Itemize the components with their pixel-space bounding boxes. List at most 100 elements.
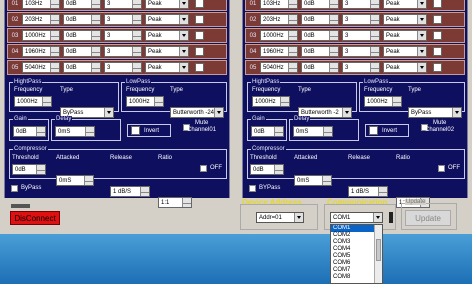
eq-frequency-stepper[interactable]: 1960Hz — [22, 46, 60, 57]
spin-arrows-icon[interactable] — [132, 47, 141, 56]
update-button[interactable]: Update — [405, 210, 451, 226]
com-option[interactable]: COM4 — [331, 246, 375, 253]
spin-arrows-icon[interactable] — [84, 176, 93, 185]
eq-frequency-stepper[interactable]: 103Hz — [260, 0, 298, 9]
eq-type-select[interactable]: Peak — [145, 0, 189, 9]
eq-q-stepper[interactable]: 3 — [104, 14, 142, 25]
spin-arrows-icon[interactable] — [329, 31, 338, 40]
spin-arrows-icon[interactable] — [91, 63, 100, 72]
eq-frequency-stepper[interactable]: 203Hz — [22, 14, 60, 25]
eq-type-select[interactable]: Peak — [383, 30, 427, 41]
spin-arrows-icon[interactable] — [288, 63, 297, 72]
eq-q-stepper[interactable]: 3 — [342, 62, 380, 73]
eq-q-stepper[interactable]: 3 — [104, 30, 142, 41]
eq-type-select[interactable]: Peak — [145, 14, 189, 25]
spin-arrows-icon[interactable] — [329, 47, 338, 56]
spin-arrows-icon[interactable] — [274, 165, 283, 174]
com-option[interactable]: COM1 — [331, 225, 375, 232]
spin-arrows-icon[interactable] — [288, 47, 297, 56]
eq-frequency-stepper[interactable]: 1960Hz — [260, 46, 298, 57]
gain-stepper[interactable]: 0dB — [251, 126, 284, 137]
eq-type-select[interactable]: Peak — [383, 62, 427, 73]
compressor-off-checkbox[interactable] — [200, 165, 207, 172]
spin-arrows-icon[interactable] — [50, 47, 59, 56]
spin-arrows-icon[interactable] — [132, 63, 141, 72]
spin-arrows-icon[interactable] — [370, 63, 379, 72]
ratio-stepper[interactable]: 1:1 — [158, 197, 192, 208]
spin-arrows-icon[interactable] — [274, 127, 283, 136]
eq-bypass-checkbox[interactable] — [195, 63, 204, 72]
release-stepper[interactable]: 1 dB/S — [348, 186, 388, 197]
spin-arrows-icon[interactable] — [370, 0, 379, 8]
eq-gain-stepper[interactable]: 0dB — [63, 0, 101, 9]
chevron-down-icon[interactable] — [417, 0, 426, 8]
bypass-checkbox[interactable] — [249, 185, 256, 192]
spin-arrows-icon[interactable] — [85, 127, 94, 136]
delay-stepper[interactable]: 0mS — [293, 126, 333, 137]
compressor-off-checkbox[interactable] — [438, 165, 445, 172]
spin-arrows-icon[interactable] — [392, 97, 401, 106]
spin-arrows-icon[interactable] — [370, 31, 379, 40]
spin-arrows-icon[interactable] — [91, 47, 100, 56]
scrollbar-thumb[interactable] — [376, 239, 381, 261]
spin-arrows-icon[interactable] — [322, 176, 331, 185]
eq-bypass-checkbox[interactable] — [433, 0, 442, 8]
spin-arrows-icon[interactable] — [323, 127, 332, 136]
spin-arrows-icon[interactable] — [36, 165, 45, 174]
eq-bypass-checkbox[interactable] — [433, 15, 442, 24]
chevron-down-icon[interactable] — [417, 31, 426, 40]
eq-type-select[interactable]: Peak — [383, 0, 427, 9]
chevron-down-icon[interactable] — [417, 15, 426, 24]
eq-q-stepper[interactable]: 3 — [342, 46, 380, 57]
eq-bypass-checkbox[interactable] — [195, 31, 204, 40]
threshold-stepper[interactable]: 0dB — [12, 164, 46, 175]
chevron-down-icon[interactable] — [417, 63, 426, 72]
invert-button[interactable]: Invert — [365, 124, 409, 137]
spin-arrows-icon[interactable] — [288, 0, 297, 8]
chevron-down-icon[interactable] — [179, 47, 188, 56]
eq-type-select[interactable]: Peak — [383, 14, 427, 25]
eq-bypass-checkbox[interactable] — [195, 47, 204, 56]
spin-arrows-icon[interactable] — [42, 97, 51, 106]
chevron-down-icon[interactable] — [373, 213, 382, 222]
disconnect-button[interactable]: DisConnect — [10, 211, 60, 225]
lowpass-frequency-stepper[interactable]: 1000Hz — [364, 96, 402, 107]
eq-frequency-stepper[interactable]: 203Hz — [260, 14, 298, 25]
invert-checkbox[interactable] — [369, 126, 378, 135]
attacked-stepper[interactable]: 0mS — [56, 175, 94, 186]
eq-bypass-checkbox[interactable] — [195, 0, 204, 8]
device-address-select[interactable]: Addr=01 — [256, 212, 304, 223]
eq-q-stepper[interactable]: 3 — [342, 0, 380, 9]
eq-type-select[interactable]: Peak — [383, 46, 427, 57]
com-option[interactable]: COM8 — [331, 274, 375, 281]
eq-type-select[interactable]: Peak — [145, 46, 189, 57]
eq-bypass-checkbox[interactable] — [433, 31, 442, 40]
spin-arrows-icon[interactable] — [91, 31, 100, 40]
eq-q-stepper[interactable]: 3 — [342, 14, 380, 25]
eq-gain-stepper[interactable]: 0dB — [63, 46, 101, 57]
eq-gain-stepper[interactable]: 0dB — [301, 62, 339, 73]
chevron-down-icon[interactable] — [417, 47, 426, 56]
eq-frequency-stepper[interactable]: 5040Hz — [260, 62, 298, 73]
spin-arrows-icon[interactable] — [288, 15, 297, 24]
eq-gain-stepper[interactable]: 0dB — [63, 30, 101, 41]
lowpass-type-select[interactable]: ByPass — [408, 107, 462, 118]
eq-gain-stepper[interactable]: 0dB — [301, 30, 339, 41]
eq-bypass-checkbox[interactable] — [433, 47, 442, 56]
eq-frequency-stepper[interactable]: 5040Hz — [22, 62, 60, 73]
eq-type-select[interactable]: Peak — [145, 62, 189, 73]
spin-arrows-icon[interactable] — [50, 0, 59, 8]
spin-arrows-icon[interactable] — [91, 15, 100, 24]
spin-arrows-icon[interactable] — [370, 15, 379, 24]
com-option[interactable]: COM5 — [331, 253, 375, 260]
delay-stepper[interactable]: 0mS — [55, 126, 95, 137]
spin-arrows-icon[interactable] — [329, 0, 338, 8]
spin-arrows-icon[interactable] — [91, 0, 100, 8]
spin-arrows-icon[interactable] — [50, 15, 59, 24]
chevron-down-icon[interactable] — [179, 15, 188, 24]
com-option[interactable]: COM3 — [331, 239, 375, 246]
chevron-down-icon[interactable] — [452, 108, 461, 117]
bypass-checkbox[interactable] — [11, 185, 18, 192]
eq-gain-stepper[interactable]: 0dB — [63, 14, 101, 25]
chevron-down-icon[interactable] — [179, 0, 188, 8]
